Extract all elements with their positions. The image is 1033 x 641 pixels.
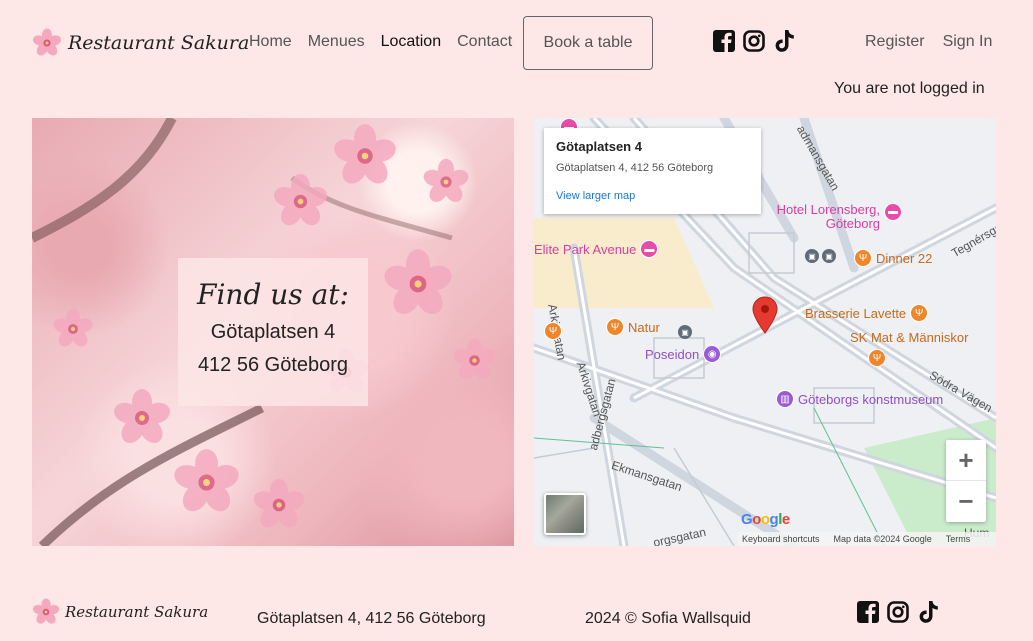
footer-copyright: 2024 © Sofia Wallsquid	[585, 610, 751, 627]
auth-links: Register Sign In	[865, 33, 992, 51]
view-larger-map-link[interactable]: View larger map	[556, 190, 749, 202]
instagram-icon[interactable]	[743, 29, 765, 53]
poi-label: Göteborgs konstmuseum	[798, 391, 944, 407]
book-table-button[interactable]: Book a table	[523, 16, 653, 70]
instagram-icon[interactable]	[887, 600, 909, 624]
map-attribution-bar: Keyboard shortcuts Map data ©2024 Google…	[738, 532, 996, 546]
address-overlay-card: Find us at: Götaplatsen 4 412 56 Götebor…	[178, 258, 368, 406]
poi-label: Hotel Lorensberg, Göteborg	[776, 202, 880, 231]
nav-link-home[interactable]: Home	[249, 33, 292, 51]
google-logo: Google	[741, 511, 790, 528]
address-street: Götaplatsen 4	[210, 321, 336, 343]
footer-brand[interactable]: Restaurant Sakura	[32, 598, 208, 626]
poi-label: Brasserie Lavette	[805, 305, 907, 321]
register-link[interactable]: Register	[865, 33, 925, 51]
map-data-text: Map data ©2024 Google	[833, 534, 932, 544]
location-marker-icon[interactable]	[752, 296, 778, 334]
header-social-links	[713, 29, 795, 53]
restaurant-icon: Ψ	[606, 318, 624, 336]
find-us-heading: Find us at:	[197, 278, 349, 311]
poi-sk-mat[interactable]: SK Mat & Människor Ψ	[850, 330, 969, 367]
poi-restaurant[interactable]: Ψ	[544, 322, 562, 340]
poi-hotel-lorensberg[interactable]: Hotel Lorensberg, Göteborg ▬	[770, 203, 902, 231]
place-info-card: Götaplatsen 4 Götaplatsen 4, 412 56 Göte…	[544, 128, 761, 214]
terms-link[interactable]: Terms	[946, 534, 971, 544]
poi-label: Natur	[628, 319, 660, 335]
facebook-icon[interactable]	[713, 29, 735, 53]
nav-link-menues[interactable]: Menues	[308, 33, 365, 51]
tiktok-icon[interactable]	[917, 600, 939, 624]
nav-link-contact[interactable]: Contact	[457, 33, 512, 51]
facebook-icon[interactable]	[857, 600, 879, 624]
poi-natur[interactable]: Ψ Natur	[606, 318, 660, 336]
poi-poseidon[interactable]: Poseidon ◉	[645, 345, 722, 363]
google-map-embed[interactable]: Arkivgatan Arkivgatan Ekmansgatan adberg…	[534, 118, 996, 546]
poi-brasserie-lavette[interactable]: Brasserie Lavette Ψ	[805, 304, 929, 322]
satellite-layer-button[interactable]	[544, 493, 586, 535]
hotel-icon: ▬	[884, 203, 902, 221]
zoom-out-button[interactable]: −	[946, 481, 986, 522]
tram-icon: ▣	[805, 249, 819, 263]
address-city: 412 56 Göteborg	[197, 354, 349, 376]
restaurant-icon: Ψ	[868, 349, 886, 367]
poi-dinner-22[interactable]: Ψ Dinner 22	[854, 249, 932, 267]
brand-name: Restaurant Sakura	[68, 32, 250, 54]
top-navbar: Restaurant Sakura Home Menues Location C…	[0, 0, 1033, 110]
restaurant-icon: Ψ	[854, 249, 872, 267]
poi-label: SK Mat & Människor	[850, 330, 969, 345]
cherry-blossom-photo: Find us at: Götaplatsen 4 412 56 Götebor…	[32, 118, 514, 546]
brand-logo-link[interactable]: Restaurant Sakura	[32, 28, 249, 58]
place-address: Götaplatsen 4, 412 56 Göteborg	[556, 162, 714, 174]
hotel-icon: ▬	[640, 240, 659, 258]
transit-stop-icons: ▣ ▣	[805, 249, 836, 263]
bus-icon: ▣	[822, 249, 836, 263]
place-name: Götaplatsen 4	[556, 139, 642, 154]
keyboard-shortcuts-link[interactable]: Keyboard shortcuts	[742, 534, 820, 544]
page-footer: Restaurant Sakura Götaplatsen 4, 412 56 …	[0, 590, 1033, 641]
poi-label: Dinner 22	[876, 250, 933, 266]
poi-label: Poseidon	[645, 346, 700, 362]
main-nav-links: Home Menues Location Contact	[249, 33, 528, 51]
nav-link-location[interactable]: Location	[381, 33, 442, 51]
footer-brand-name: Restaurant Sakura	[65, 603, 209, 621]
poi-elite-park-avenue[interactable]: Elite Park Avenue ▬	[534, 240, 659, 258]
restaurant-icon: Ψ	[910, 304, 929, 322]
museum-icon: ▥	[776, 390, 794, 408]
sakura-flower-icon	[32, 598, 60, 626]
tram-icon: ▣	[678, 325, 692, 339]
camera-icon: ◉	[703, 345, 722, 363]
sakura-flower-icon	[32, 28, 62, 58]
signin-link[interactable]: Sign In	[943, 33, 993, 51]
zoom-controls: + −	[946, 440, 986, 522]
footer-address: Götaplatsen 4, 412 56 Göteborg	[257, 610, 486, 627]
restaurant-icon: Ψ	[544, 322, 562, 340]
tiktok-icon[interactable]	[773, 29, 795, 53]
login-status-text: You are not logged in	[834, 80, 985, 97]
footer-social-links	[857, 600, 939, 624]
zoom-in-button[interactable]: +	[946, 440, 986, 481]
poi-label: Elite Park Avenue	[534, 241, 637, 257]
poi-konstmuseum[interactable]: ▥ Göteborgs konstmuseum	[776, 390, 943, 408]
